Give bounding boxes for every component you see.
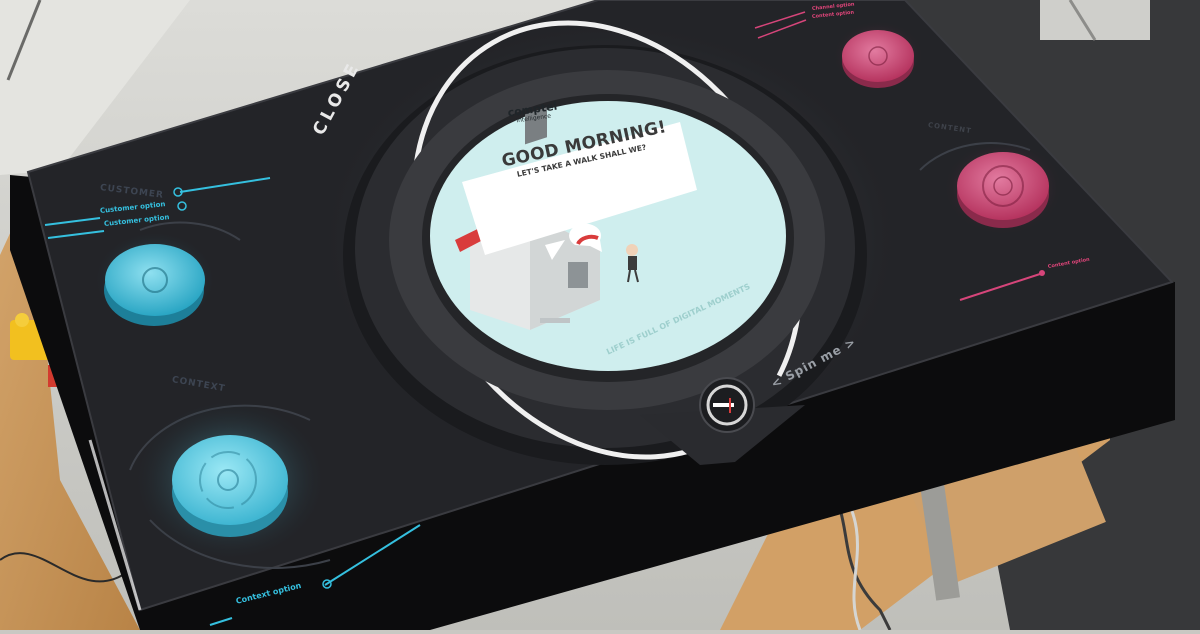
content-token-icon — [842, 30, 914, 82]
scene-illustration — [0, 0, 1200, 631]
content-token-icon — [957, 152, 1049, 220]
customer-token-icon — [105, 244, 205, 316]
context-token-icon — [172, 435, 288, 525]
photo-scene — [0, 0, 1200, 631]
